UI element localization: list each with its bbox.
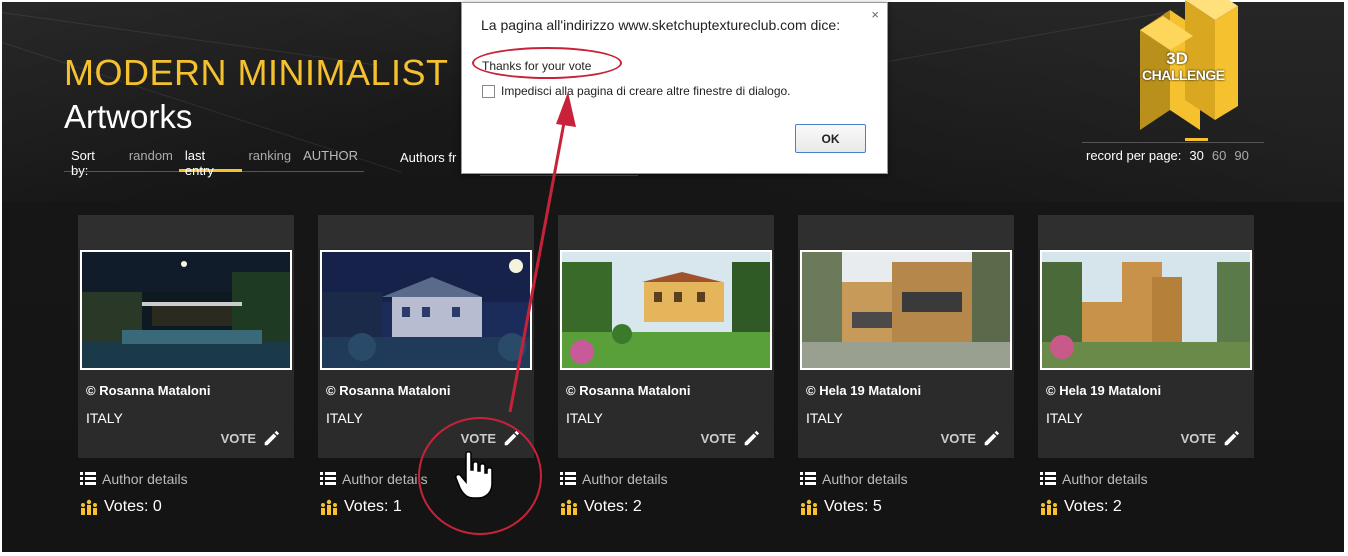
artwork-card[interactable]: © Hela 19 Mataloni ITALY VOTE xyxy=(798,215,1014,458)
votes-count: Votes: 5 xyxy=(800,498,882,516)
list-icon xyxy=(560,472,576,485)
people-icon xyxy=(321,499,337,515)
card-header xyxy=(1038,215,1254,249)
author-details-link[interactable]: Author details xyxy=(1040,471,1148,487)
card-country: ITALY xyxy=(326,410,363,426)
dialog-message: La pagina all'indirizzo www.sketchuptext… xyxy=(481,17,841,33)
votes-label: Votes: 5 xyxy=(824,498,882,515)
card-header xyxy=(798,215,1014,249)
sort-option-last-entry[interactable]: last entry xyxy=(178,144,243,178)
people-icon xyxy=(801,499,817,515)
sort-option-ranking[interactable]: ranking xyxy=(242,144,297,172)
vote-button[interactable]: VOTE xyxy=(221,429,280,447)
people-icon xyxy=(81,499,97,515)
votes-label: Votes: 0 xyxy=(104,498,162,515)
authors-filter-label[interactable]: Authors fr xyxy=(400,150,456,165)
dialog-thanks-text: Thanks for your vote xyxy=(482,59,592,73)
votes-label: Votes: 2 xyxy=(1064,498,1122,515)
card-author[interactable]: © Rosanna Mataloni xyxy=(566,383,690,398)
page-title: MODERN MINIMALIST EC xyxy=(64,52,510,93)
logo-line-challenge: CHALLENGE xyxy=(1142,67,1225,83)
artwork-card[interactable]: © Rosanna Mataloni ITALY VOTE xyxy=(558,215,774,458)
pencil-icon xyxy=(1224,430,1240,446)
list-icon xyxy=(800,472,816,485)
artwork-thumbnail[interactable] xyxy=(560,250,772,370)
artwork-thumbnail[interactable] xyxy=(800,250,1012,370)
vote-label: VOTE xyxy=(700,430,736,446)
author-details-link[interactable]: Author details xyxy=(800,471,908,487)
card-author[interactable]: © Hela 19 Mataloni xyxy=(806,383,921,398)
checkbox-label: Impedisci alla pagina di creare altre fi… xyxy=(501,84,791,98)
records-option-60[interactable]: 60 xyxy=(1212,148,1226,163)
page-subtitle: Artworks xyxy=(64,98,193,135)
artwork-image xyxy=(802,252,1010,368)
votes-count: Votes: 0 xyxy=(80,498,162,516)
vote-button[interactable]: VOTE xyxy=(701,429,760,447)
suppress-dialogs-checkbox[interactable]: Impedisci alla pagina di creare altre fi… xyxy=(482,84,791,98)
artwork-thumbnail[interactable] xyxy=(320,250,532,370)
author-details-label: Author details xyxy=(102,471,188,487)
card-country: ITALY xyxy=(86,410,123,426)
alert-dialog: La pagina all'indirizzo www.sketchuptext… xyxy=(461,2,888,174)
author-details-link[interactable]: Author details xyxy=(560,471,668,487)
vote-button[interactable]: VOTE xyxy=(1181,429,1240,447)
artwork-image xyxy=(322,252,530,368)
artwork-image xyxy=(82,252,290,368)
ok-button[interactable]: OK xyxy=(795,124,866,153)
list-icon xyxy=(80,472,96,485)
sort-label: Sort by: xyxy=(71,148,95,178)
votes-label: Votes: 1 xyxy=(344,498,402,515)
author-details-label: Author details xyxy=(342,471,428,487)
author-details-link[interactable]: Author details xyxy=(320,471,428,487)
card-author[interactable]: © Rosanna Mataloni xyxy=(86,383,210,398)
author-details-label: Author details xyxy=(582,471,668,487)
vote-label: VOTE xyxy=(940,430,976,446)
card-country: ITALY xyxy=(1046,410,1083,426)
sort-option-random[interactable]: random xyxy=(123,144,179,172)
close-icon[interactable]: × xyxy=(871,7,879,22)
checkbox-box[interactable] xyxy=(482,84,495,98)
records-per-page-label: record per page: xyxy=(1086,148,1182,163)
card-country: ITALY xyxy=(806,410,843,426)
card-author[interactable]: © Hela 19 Mataloni xyxy=(1046,383,1161,398)
sort-option-author[interactable]: AUTHOR xyxy=(297,144,364,172)
votes-count: Votes: 1 xyxy=(320,498,402,516)
author-details-label: Author details xyxy=(822,471,908,487)
authors-filter-underline xyxy=(480,175,638,176)
artwork-card[interactable]: © Rosanna Mataloni ITALY VOTE xyxy=(78,215,294,458)
logo-line-3d: 3D xyxy=(1166,49,1188,68)
votes-label: Votes: 2 xyxy=(584,498,642,515)
card-header xyxy=(558,215,774,249)
votes-count: Votes: 2 xyxy=(1040,498,1122,516)
artwork-card[interactable]: © Hela 19 Mataloni ITALY VOTE xyxy=(1038,215,1254,458)
vote-label: VOTE xyxy=(1180,430,1216,446)
vote-button[interactable]: VOTE xyxy=(941,429,1000,447)
artwork-image xyxy=(1042,252,1250,368)
card-author[interactable]: © Rosanna Mataloni xyxy=(326,383,450,398)
artwork-thumbnail[interactable] xyxy=(1040,250,1252,370)
card-header xyxy=(318,215,534,249)
list-icon xyxy=(1040,472,1056,485)
pencil-icon xyxy=(984,430,1000,446)
hand-pointer-icon xyxy=(455,451,493,499)
author-details-label: Author details xyxy=(1062,471,1148,487)
pencil-icon xyxy=(264,430,280,446)
card-country: ITALY xyxy=(566,410,603,426)
author-details-link[interactable]: Author details xyxy=(80,471,188,487)
artwork-image xyxy=(562,252,770,368)
sort-bar: Sort by: random last entry ranking AUTHO… xyxy=(64,144,364,178)
pencil-icon xyxy=(744,430,760,446)
people-icon xyxy=(561,499,577,515)
artwork-thumbnail[interactable] xyxy=(80,250,292,370)
votes-count: Votes: 2 xyxy=(560,498,642,516)
people-icon xyxy=(1041,499,1057,515)
records-option-90[interactable]: 90 xyxy=(1234,148,1248,163)
logo-text: 3D CHALLENGE xyxy=(1142,49,1225,84)
list-icon xyxy=(320,472,336,485)
records-option-30[interactable]: 30 xyxy=(1185,138,1209,163)
vote-label: VOTE xyxy=(220,430,256,446)
card-header xyxy=(78,215,294,249)
records-per-page: record per page: 30 60 90 xyxy=(1082,138,1264,168)
